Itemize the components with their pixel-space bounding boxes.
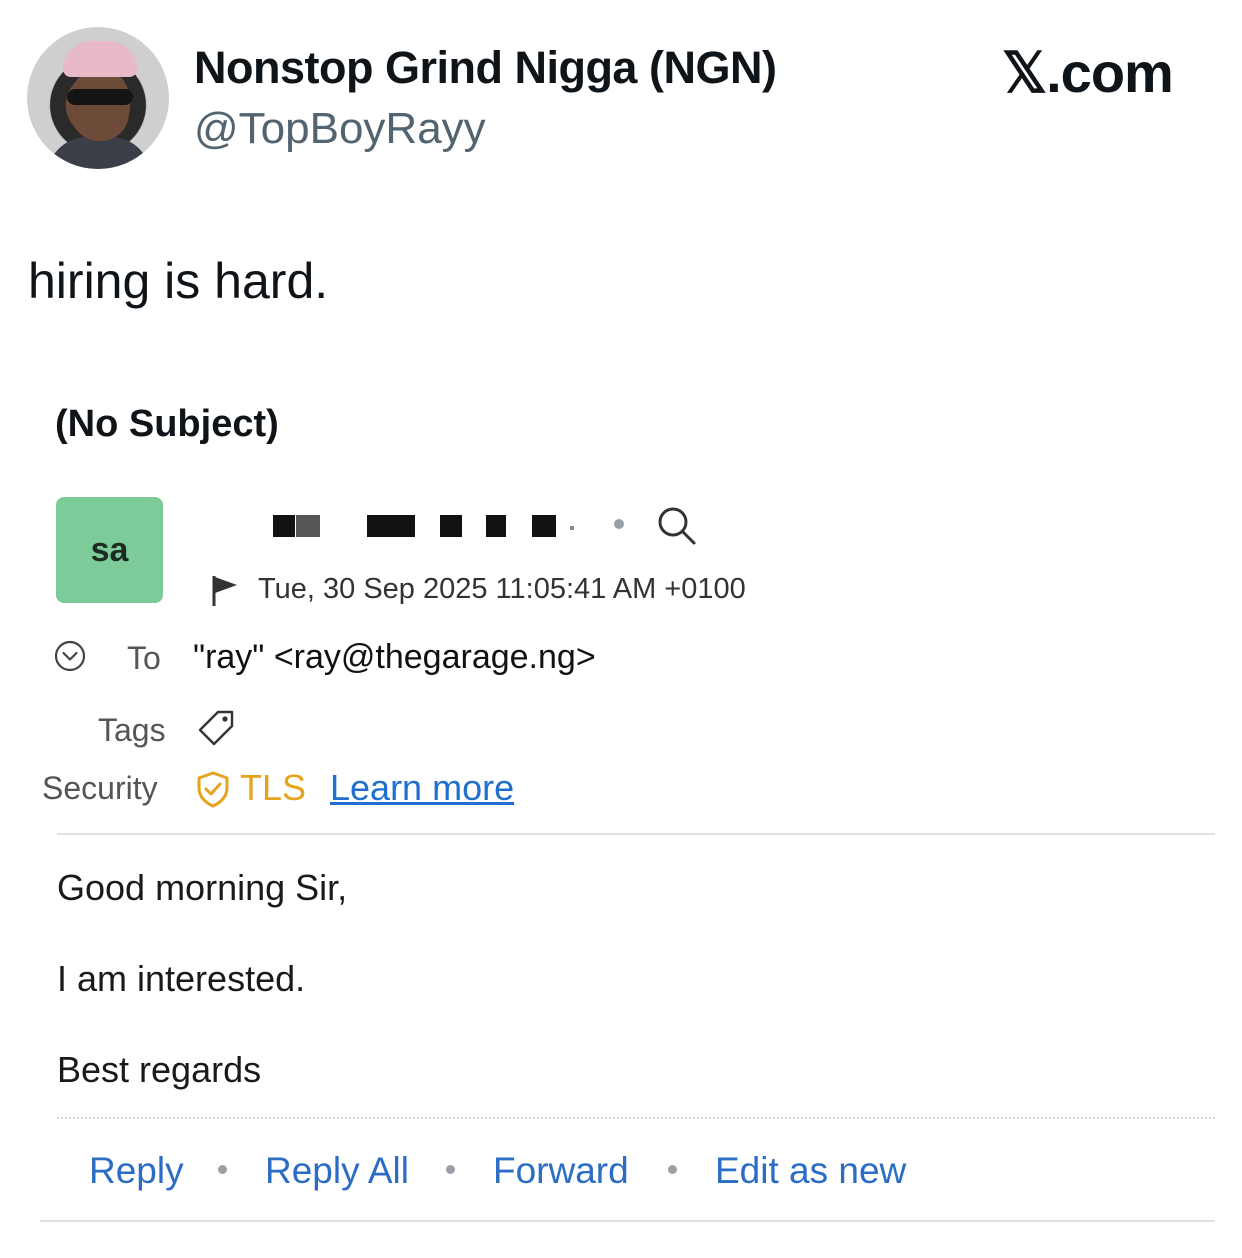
- search-icon[interactable]: [654, 503, 698, 547]
- security-label: Security: [42, 770, 158, 806]
- separator-dot: [218, 1165, 227, 1174]
- redacted-block: [486, 515, 506, 537]
- chevron-down-icon[interactable]: [53, 639, 87, 673]
- separator-dot: [614, 519, 624, 529]
- user-handle[interactable]: @TopBoyRayy: [194, 104, 486, 154]
- sender-avatar: sa: [56, 497, 163, 603]
- avatar-shirt: [47, 137, 151, 169]
- email-date: Tue, 30 Sep 2025 11:05:41 AM +0100: [258, 573, 746, 605]
- avatar-face: [71, 69, 129, 141]
- separator-dot: [668, 1165, 677, 1174]
- learn-more-link[interactable]: Learn more: [330, 767, 514, 809]
- forward-button[interactable]: Forward: [493, 1150, 629, 1192]
- edit-as-new-button[interactable]: Edit as new: [715, 1150, 906, 1192]
- tweet-text: hiring is hard.: [28, 253, 329, 309]
- avatar-cap: [63, 41, 137, 77]
- reply-all-button[interactable]: Reply All: [265, 1150, 409, 1192]
- email-body-line: Good morning Sir,: [57, 867, 348, 908]
- redacted-block: [273, 515, 295, 537]
- display-name[interactable]: Nonstop Grind Nigga (NGN): [194, 42, 777, 94]
- body-divider: [57, 1117, 1215, 1119]
- redacted-block: [440, 515, 462, 537]
- email-body-line: I am interested.: [57, 958, 306, 999]
- redacted-block: [532, 515, 556, 537]
- tags-label: Tags: [98, 712, 166, 748]
- separator-dot: [446, 1165, 455, 1174]
- tag-icon[interactable]: [195, 707, 237, 749]
- redacted-block: [296, 515, 320, 537]
- security-tls: TLS: [240, 767, 307, 808]
- profile-avatar[interactable]: [27, 27, 169, 169]
- to-label: To: [127, 640, 161, 676]
- shield-check-icon: [197, 771, 229, 808]
- x-logo: 𝕏.com: [1002, 41, 1174, 104]
- reply-button[interactable]: Reply: [89, 1150, 184, 1192]
- header-divider: [57, 833, 1215, 835]
- avatar-glasses: [67, 89, 133, 105]
- sender-initials: sa: [90, 530, 129, 569]
- recipient-address[interactable]: "ray" <ray@thegarage.ng>: [193, 638, 596, 677]
- footer-divider: [40, 1220, 1215, 1222]
- flag-icon[interactable]: [209, 574, 241, 608]
- email-subject: (No Subject): [55, 403, 279, 445]
- redacted-block: [570, 526, 574, 530]
- email-body-line: Best regards: [57, 1049, 262, 1090]
- redacted-block: [367, 515, 415, 537]
